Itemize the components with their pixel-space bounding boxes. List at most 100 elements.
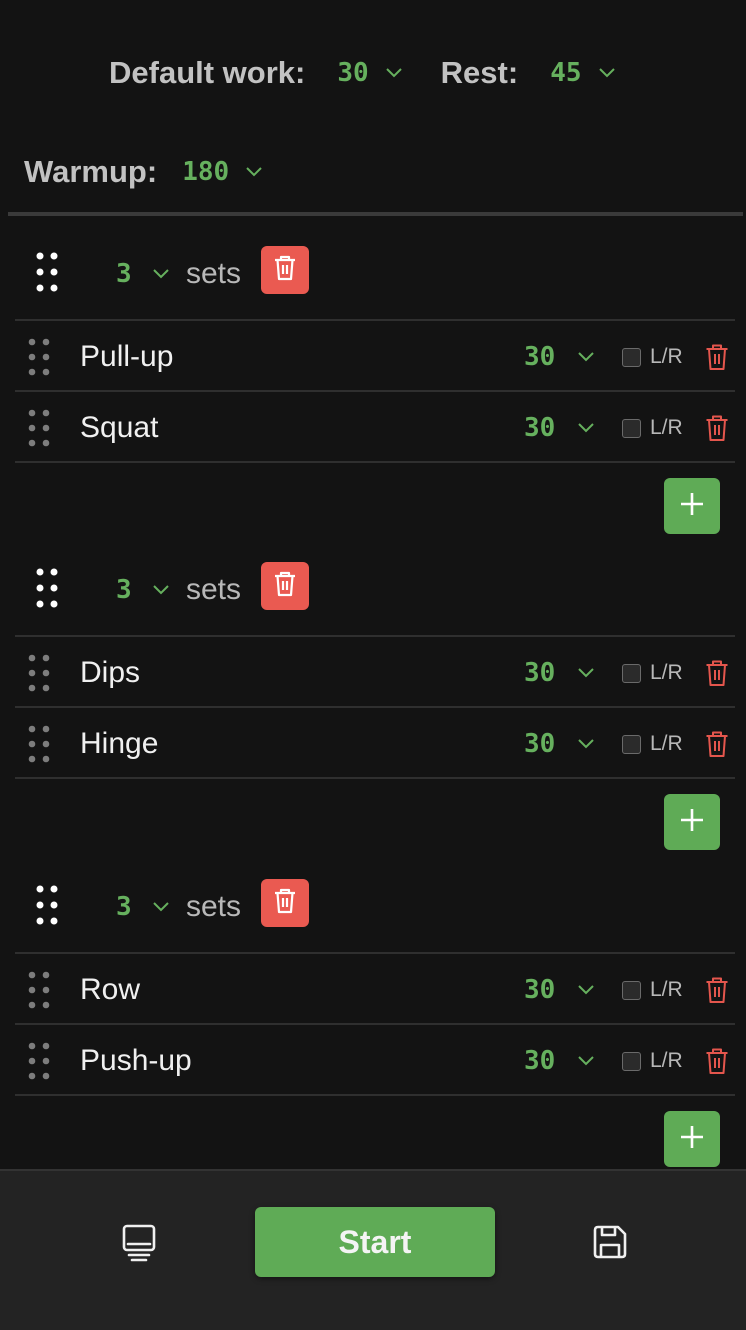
exercise-row: Dips 30 L/R <box>0 637 746 708</box>
exercise-name[interactable]: Push-up <box>80 1025 192 1096</box>
group-drag-handle-icon[interactable] <box>36 252 58 292</box>
exercise-row: Squat 30 L/R <box>0 392 746 463</box>
divider <box>15 777 735 779</box>
exercise-row: Hinge 30 L/R <box>0 708 746 779</box>
lr-label: L/R <box>650 661 683 684</box>
delete-group-button[interactable] <box>261 246 309 294</box>
divider <box>15 1094 735 1096</box>
rest-select[interactable]: 45 <box>550 58 615 88</box>
left-right-toggle[interactable]: L/R <box>622 659 683 687</box>
lr-checkbox[interactable] <box>622 418 641 438</box>
exercise-name[interactable]: Dips <box>80 637 140 708</box>
header-divider <box>8 212 743 216</box>
lr-checkbox[interactable] <box>622 734 641 754</box>
left-right-toggle[interactable]: L/R <box>622 976 683 1004</box>
lr-checkbox[interactable] <box>622 347 641 367</box>
add-exercise-button[interactable] <box>664 478 720 534</box>
exercise-duration-select[interactable]: 30 <box>524 1043 595 1079</box>
exercise-row: Push-up 30 L/R <box>0 1025 746 1096</box>
warmup-value: 180 <box>182 157 230 187</box>
lr-checkbox[interactable] <box>622 980 641 1000</box>
exercise-duration-value: 30 <box>524 413 556 443</box>
drag-handle-icon[interactable] <box>28 1042 50 1080</box>
exercise-duration-value: 30 <box>524 658 556 688</box>
bottom-bar: Start <box>0 1169 746 1330</box>
sets-count-select[interactable]: 3 <box>116 889 170 925</box>
left-right-toggle[interactable]: L/R <box>622 1047 683 1075</box>
exercise-duration-value: 30 <box>524 342 556 372</box>
exercise-duration-select[interactable]: 30 <box>524 339 595 375</box>
delete-exercise-trash-icon[interactable] <box>705 976 729 1004</box>
delete-exercise-trash-icon[interactable] <box>705 730 729 758</box>
plus-icon <box>679 807 705 838</box>
delete-exercise-trash-icon[interactable] <box>705 414 729 442</box>
trash-icon <box>274 255 296 286</box>
drag-handle-icon[interactable] <box>28 338 50 376</box>
exercise-name[interactable]: Row <box>80 954 140 1025</box>
chevron-down-icon <box>577 667 595 679</box>
exercise-name[interactable]: Pull-up <box>80 321 173 392</box>
add-exercise-button[interactable] <box>664 1111 720 1167</box>
exercise-duration-select[interactable]: 30 <box>524 972 595 1008</box>
exercise-duration-select[interactable]: 30 <box>524 655 595 691</box>
left-right-toggle[interactable]: L/R <box>622 414 683 442</box>
delete-exercise-trash-icon[interactable] <box>705 659 729 687</box>
drag-handle-icon[interactable] <box>28 654 50 692</box>
sets-count-value: 3 <box>116 892 132 922</box>
left-right-toggle[interactable]: L/R <box>622 730 683 758</box>
sets-count-select[interactable]: 3 <box>116 572 170 608</box>
save-icon[interactable] <box>592 1224 628 1260</box>
add-exercise-button[interactable] <box>664 794 720 850</box>
lr-checkbox[interactable] <box>622 663 641 683</box>
chevron-down-icon <box>577 351 595 363</box>
lr-label: L/R <box>650 978 683 1001</box>
trash-icon <box>274 888 296 919</box>
set-group-header: 3 sets <box>0 853 746 957</box>
exercise-duration-value: 30 <box>524 975 556 1005</box>
lr-checkbox[interactable] <box>622 1051 641 1071</box>
set-group: 3 sets Pull-up 30 L/R Squat 30 L/R <box>0 220 746 540</box>
chevron-down-icon <box>152 901 170 913</box>
chevron-down-icon <box>385 67 403 79</box>
group-drag-handle-icon[interactable] <box>36 568 58 608</box>
trash-icon <box>274 571 296 602</box>
exercise-name[interactable]: Squat <box>80 392 158 463</box>
chevron-down-icon <box>577 984 595 996</box>
sets-label: sets <box>186 257 242 290</box>
warmup-select[interactable]: 180 <box>182 157 263 187</box>
warmup-label: Warmup: <box>24 154 158 189</box>
chevron-down-icon <box>245 166 263 178</box>
group-drag-handle-icon[interactable] <box>36 885 58 925</box>
lr-label: L/R <box>650 732 683 755</box>
left-right-toggle[interactable]: L/R <box>622 343 683 371</box>
delete-exercise-trash-icon[interactable] <box>705 343 729 371</box>
exercise-duration-select[interactable]: 30 <box>524 410 595 446</box>
drag-handle-icon[interactable] <box>28 971 50 1009</box>
chevron-down-icon <box>577 1055 595 1067</box>
exercise-row: Pull-up 30 L/R <box>0 321 746 392</box>
lr-label: L/R <box>650 1049 683 1072</box>
delete-exercise-trash-icon[interactable] <box>705 1047 729 1075</box>
lr-label: L/R <box>650 345 683 368</box>
drag-handle-icon[interactable] <box>28 725 50 763</box>
monitor-icon[interactable] <box>121 1223 157 1263</box>
default-work-select[interactable]: 30 <box>337 58 402 88</box>
lr-label: L/R <box>650 416 683 439</box>
sets-count-value: 3 <box>116 259 132 289</box>
set-group-header: 3 sets <box>0 536 746 640</box>
set-group-header: 3 sets <box>0 220 746 324</box>
exercise-duration-value: 30 <box>524 1046 556 1076</box>
default-timing-row: Default work: 30 Rest: 45 <box>109 50 616 96</box>
plus-icon <box>679 491 705 522</box>
sets-label: sets <box>186 573 242 606</box>
drag-handle-icon[interactable] <box>28 409 50 447</box>
exercise-duration-select[interactable]: 30 <box>524 726 595 762</box>
start-button[interactable]: Start <box>255 1207 495 1277</box>
plus-icon <box>679 1124 705 1155</box>
chevron-down-icon <box>152 584 170 596</box>
delete-group-button[interactable] <box>261 562 309 610</box>
exercise-name[interactable]: Hinge <box>80 708 158 779</box>
rest-label: Rest: <box>440 55 519 90</box>
sets-count-select[interactable]: 3 <box>116 256 170 292</box>
delete-group-button[interactable] <box>261 879 309 927</box>
